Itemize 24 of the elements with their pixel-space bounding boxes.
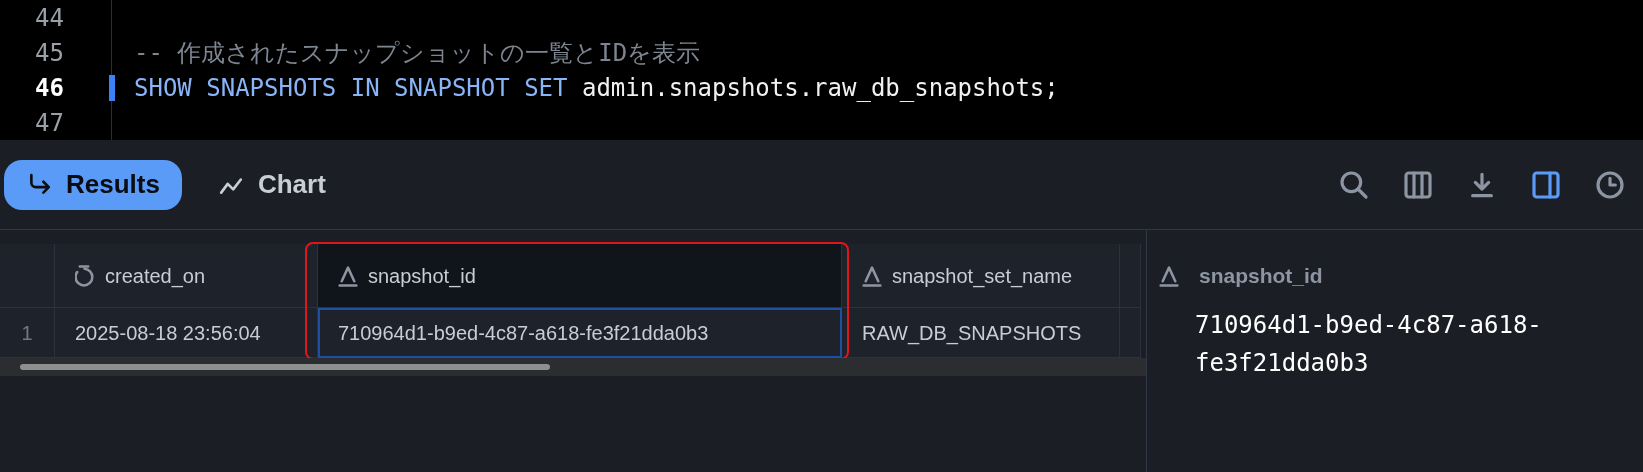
line-number: 47 <box>34 107 64 139</box>
line-number: 45 <box>34 37 64 69</box>
line-number: 44 <box>34 2 64 34</box>
code-line: SHOW SNAPSHOTS IN SNAPSHOT SET admin.snapshots.raw_db_snapshots; <box>133 72 1059 104</box>
column-header[interactable]: snapshot_id <box>318 244 842 308</box>
text-type-icon <box>862 264 882 287</box>
columns-icon <box>1402 168 1434 201</box>
code-line: -- 作成されたスナップショットの一覧とIDを表示 <box>133 37 701 69</box>
text-type-icon <box>338 264 358 287</box>
line-number: 46 <box>34 72 64 104</box>
detail-value: 710964d1-b9ed-4c87-a618-fe3f21dda0b3 <box>1195 309 1543 379</box>
table-cell[interactable]: RAW_DB_SNAPSHOTS <box>842 308 1120 358</box>
tab[interactable]: Chart <box>195 159 348 210</box>
tab[interactable]: Results <box>4 159 182 210</box>
horizontal-scrollbar[interactable] <box>0 358 1146 376</box>
detail-label: snapshot_id <box>1199 263 1323 289</box>
column-header[interactable]: snapshot_set_name <box>842 244 1120 308</box>
search-icon <box>1338 168 1370 201</box>
column-header[interactable]: created_on <box>55 244 318 308</box>
table-cell[interactable]: 710964d1-b9ed-4c87-a618-fe3f21dda0b3 <box>318 308 842 358</box>
row-number: 1 <box>0 308 55 358</box>
side-panel-icon <box>1530 168 1562 201</box>
text-type-icon <box>1159 264 1179 287</box>
table-cell[interactable]: 2025-08-18 23:56:04 <box>55 308 318 358</box>
